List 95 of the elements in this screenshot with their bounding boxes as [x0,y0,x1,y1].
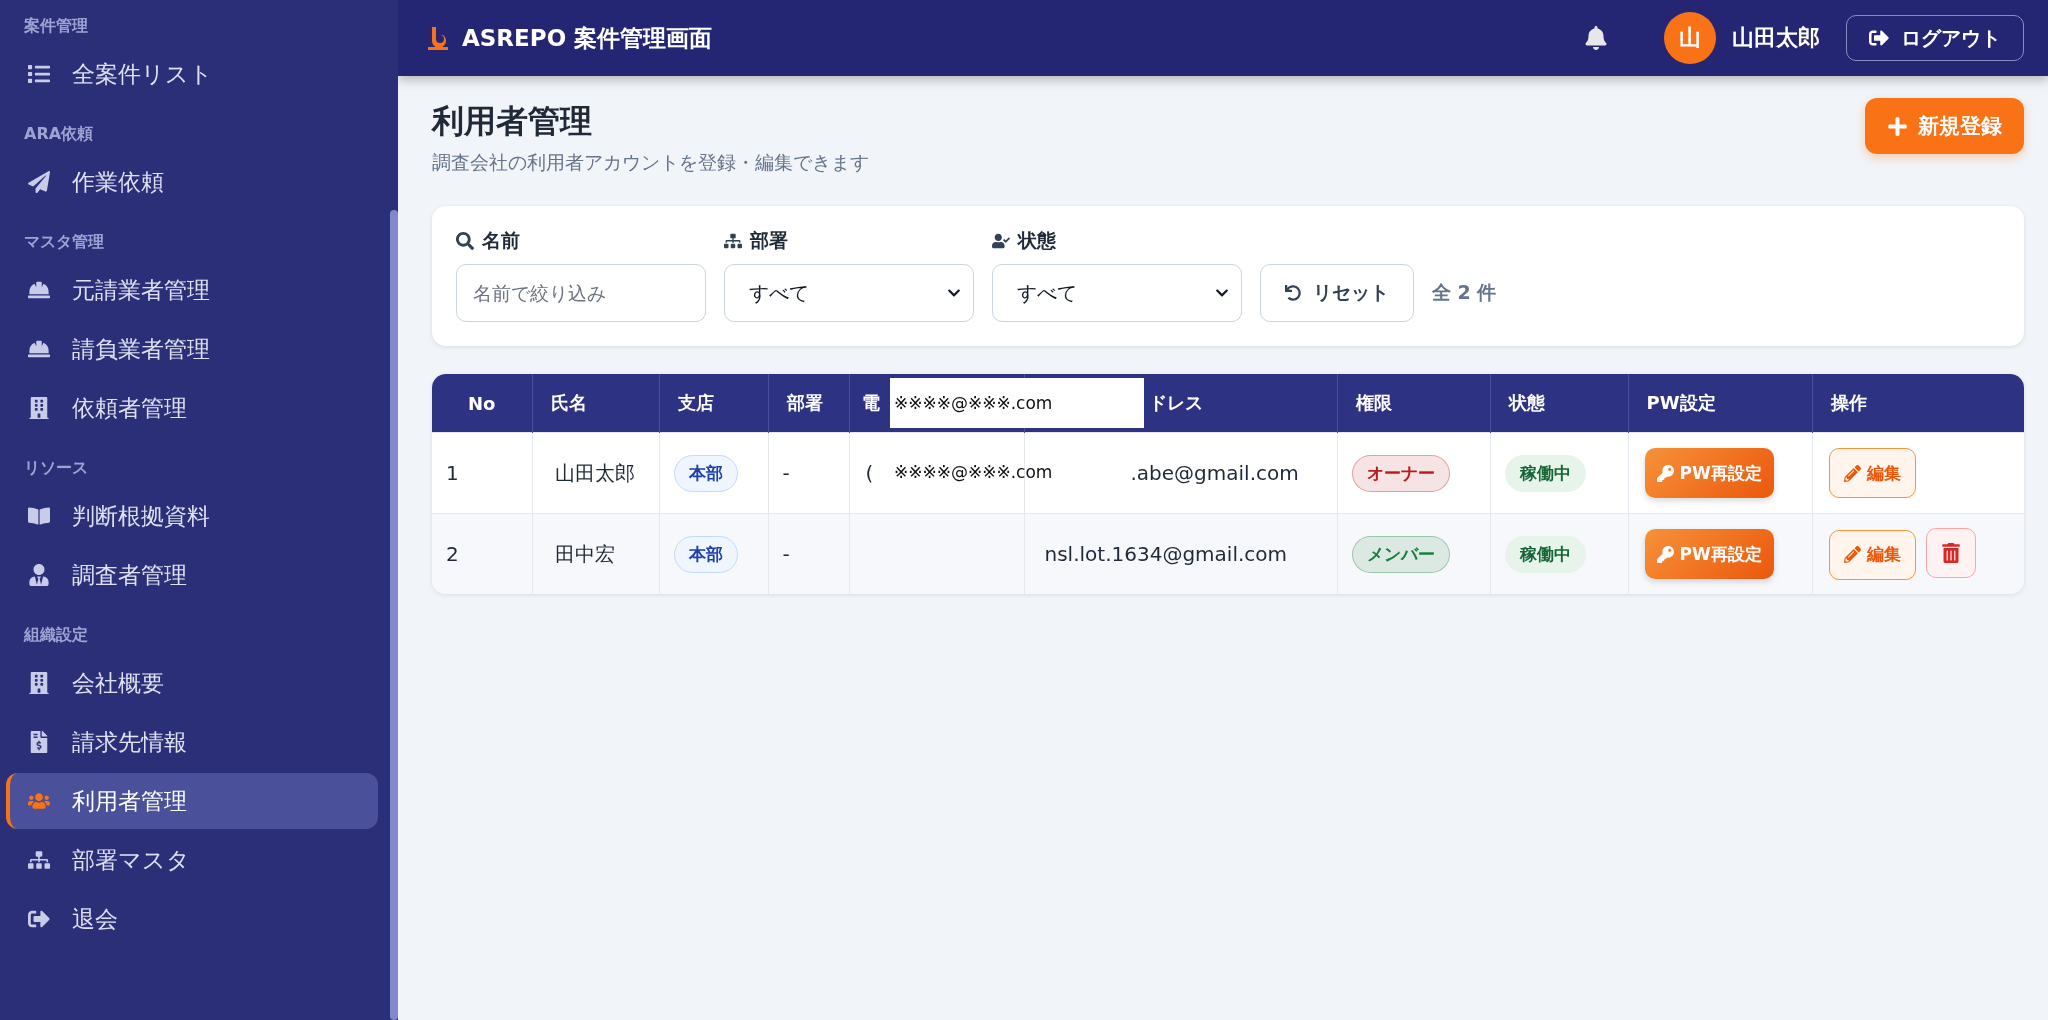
pencil-icon [1843,464,1861,482]
sidebar-item[interactable]: 請負業者管理 [6,321,378,377]
column-header: 部署 [768,374,849,433]
sidebar-item[interactable]: 退会 [6,891,378,947]
sidebar-item[interactable]: 依頼者管理 [6,380,378,436]
column-header: No [432,374,532,433]
department-select[interactable]: すべて [724,264,974,322]
table-cell: - [782,542,790,566]
page-title: 利用者管理 [432,101,593,142]
branch-tag: 本部 [673,454,738,492]
table-cell: 山田太郎 [554,460,635,485]
building-icon [28,672,50,694]
page-subtitle: 調査会社の利用者アカウントを登録・編集できます [432,150,869,175]
user-name: 山田太郎 [1732,24,1820,52]
sidebar-item-label: 元請業者管理 [72,275,210,305]
invoice-icon [28,731,50,753]
table-cell: 1 [446,461,459,485]
sidebar-item-label: 依頼者管理 [72,393,187,423]
logout-icon [1869,28,1889,48]
status-tag: 稼働中 [1504,454,1586,492]
table-cell: ( [865,461,874,485]
hard-hat-icon [28,338,50,360]
table-cell: - [782,461,790,485]
delete-button[interactable] [1925,528,1976,579]
pencil-icon [1843,546,1861,564]
book-icon [28,505,50,527]
column-header: PW設定 [1628,374,1812,433]
sidebar-item[interactable]: 作業依頼 [6,154,378,210]
person-icon [28,564,50,586]
bell-icon[interactable] [1584,26,1608,50]
logout-button[interactable]: ログアウト [1846,15,2024,61]
sidebar-item-label: 全案件リスト [72,59,213,89]
hard-hat-icon [28,279,50,301]
sidebar-section-heading: マスタ管理 [23,231,105,253]
logout-icon [28,908,50,930]
sidebar-item[interactable]: 請求先情報 [6,714,378,770]
search-icon [456,232,474,250]
sidebar-item-label: 退会 [72,904,118,934]
sidebar-item[interactable]: 調査者管理 [6,547,378,603]
column-header: 権限 [1337,374,1490,433]
branch-tag: 本部 [673,535,738,573]
undo-icon [1285,285,1301,301]
sidebar-item-label: 部署マスタ [72,845,190,875]
list-icon [28,63,50,85]
column-header: 支店 [659,374,768,433]
users-icon [28,790,50,812]
name-field[interactable]: 名前で絞り込み [456,264,706,322]
result-count: 全 2 件 [1432,280,1497,305]
table-cell: 田中宏 [554,541,615,566]
sidebar-item[interactable]: 判断根拠資料 [6,488,378,544]
sidebar-item[interactable]: 利用者管理 [6,773,378,829]
status-tag: 稼働中 [1504,535,1586,573]
avatar: 山 [1664,12,1716,64]
sidebar-section-heading: リソース [23,457,89,479]
sidebar-item[interactable]: 元請業者管理 [6,262,378,318]
sidebar-item-label: 判断根拠資料 [72,501,210,531]
status-select[interactable]: すべて [992,264,1242,322]
sidebar-item-label: 請求先情報 [72,727,187,757]
scrollbar[interactable] [390,210,398,1020]
sidebar-item-label: 作業依頼 [72,167,164,197]
sidebar-item[interactable]: 会社概要 [6,655,378,711]
paper-plane-icon [28,171,50,193]
key-icon [1656,545,1674,563]
trash-icon [1940,543,1961,564]
sidebar-section-heading: 案件管理 [23,15,89,37]
table-cell: 2 [446,542,459,566]
app-title: ASREPO 案件管理画面 [462,23,714,53]
sidebar-item-label: 利用者管理 [72,786,187,816]
column-header: 状態 [1490,374,1628,433]
building-icon [28,397,50,419]
sidebar-item[interactable]: 部署マスタ [6,832,378,888]
plus-icon [1887,115,1908,137]
sidebar-item-label: 調査者管理 [72,560,187,590]
column-header: 氏名 [532,374,659,433]
redaction-text: ※※※※@※※※.com [893,461,1053,484]
org-chart-icon [28,849,50,871]
filter-label: 状態 [1018,228,1056,253]
sidebar-item[interactable]: 全案件リスト [6,46,378,102]
redaction-label: ※※※※@※※※.com [890,378,1144,428]
filter-label: 部署 [750,228,788,253]
sidebar-section-heading: 組織設定 [22,624,89,646]
reset-button[interactable]: リセット [1260,264,1414,322]
sidebar-item-label: 請負業者管理 [72,334,210,364]
table-cell: nsl.lot.1634@gmail.com [1044,542,1288,566]
table-cell: .abe@gmail.com [1130,461,1299,485]
role-tag: メンバー [1351,535,1450,573]
sidebar-item-label: 会社概要 [72,668,164,698]
role-tag: オーナー [1351,454,1450,492]
user-check-icon [992,232,1010,250]
key-icon [1656,464,1674,482]
sidebar-section-heading: ARA依頼 [23,123,95,145]
org-chart-icon [724,232,742,250]
filter-label: 名前 [482,228,520,253]
logo-icon [426,25,450,51]
column-header: 操作 [1812,374,2024,433]
